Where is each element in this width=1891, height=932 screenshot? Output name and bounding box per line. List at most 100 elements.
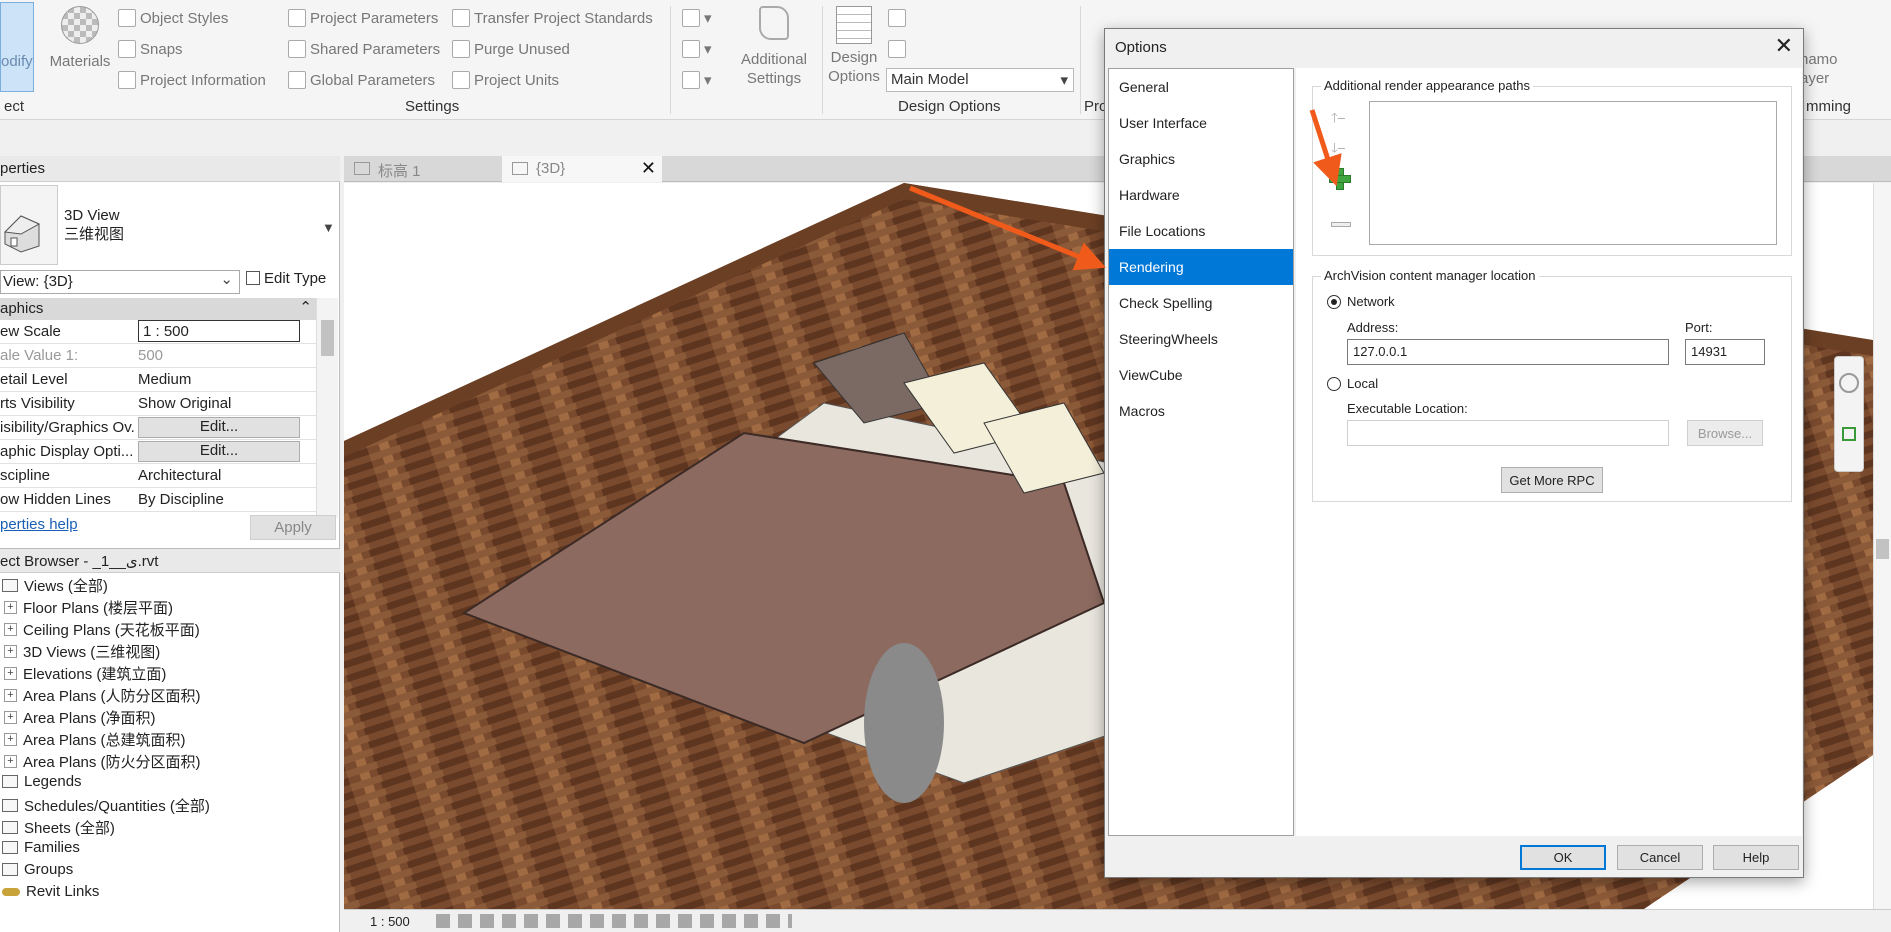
- object-styles-button[interactable]: Object Styles: [118, 9, 228, 27]
- tree-node-views[interactable]: Views (全部): [2, 575, 108, 596]
- tab-level-1[interactable]: 标高 1: [344, 156, 502, 182]
- nav-general[interactable]: General: [1109, 69, 1293, 105]
- browse-button[interactable]: Browse...: [1687, 420, 1763, 446]
- view-controls-icons[interactable]: [436, 914, 792, 928]
- nav-macros[interactable]: Macros: [1109, 393, 1293, 429]
- address-field[interactable]: 127.0.0.1: [1347, 339, 1669, 365]
- instance-filter-combo[interactable]: View: {3D}: [0, 270, 240, 294]
- mep-settings-1[interactable]: ▾: [682, 9, 712, 27]
- scrollbar-thumb[interactable]: [321, 320, 334, 356]
- prop-row-detail-level[interactable]: etail Level Medium: [0, 368, 316, 392]
- tree-node-revit-links[interactable]: Revit Links: [2, 883, 99, 900]
- project-browser: ect Browser - _1__ى.rvt Views (全部) + Floo…: [0, 548, 340, 932]
- prop-row-hidden-lines[interactable]: ow Hidden Lines By Discipline: [0, 488, 316, 512]
- panel-title-settings: Settings: [405, 98, 460, 115]
- materials-label: Materials: [49, 53, 111, 70]
- chevron-down-icon[interactable]: ▼: [322, 220, 335, 235]
- project-information-button[interactable]: Project Information: [118, 71, 266, 89]
- tree-node-sheets[interactable]: Sheets (全部): [2, 817, 115, 838]
- help-button[interactable]: Help: [1713, 845, 1799, 870]
- mep-settings-3[interactable]: ▾: [682, 71, 712, 89]
- design-option-small-2[interactable]: [888, 40, 906, 58]
- graphic-display-edit-button[interactable]: Edit...: [138, 441, 300, 462]
- move-down-icon[interactable]: 🡓–: [1331, 139, 1345, 161]
- close-icon[interactable]: ✕: [641, 158, 656, 179]
- network-radio[interactable]: [1327, 295, 1341, 309]
- nav-viewcube[interactable]: ViewCube: [1109, 357, 1293, 393]
- expand-icon[interactable]: +: [4, 601, 17, 614]
- render-paths-list[interactable]: [1369, 101, 1777, 245]
- get-more-rpc-button[interactable]: Get More RPC: [1501, 467, 1603, 493]
- scrollbar-thumb[interactable]: [1876, 539, 1889, 559]
- tree-node-legends[interactable]: Legends: [2, 773, 82, 790]
- project-parameters-button[interactable]: Project Parameters: [288, 9, 438, 27]
- tree-node-area-plans-1[interactable]: + Area Plans (人防分区面积): [4, 685, 201, 706]
- nav-rendering[interactable]: Rendering: [1109, 249, 1293, 285]
- additional-settings-button[interactable]: Additional Settings: [734, 6, 814, 88]
- port-field[interactable]: 14931: [1685, 339, 1765, 365]
- type-selector[interactable]: 3D View 三维视图: [64, 206, 124, 244]
- move-up-icon[interactable]: 🡑–: [1331, 109, 1345, 131]
- nav-file-locations[interactable]: File Locations: [1109, 213, 1293, 249]
- executable-location-field[interactable]: [1347, 420, 1669, 446]
- options-dialog: Options ✕ General User Interface Graphic…: [1104, 28, 1804, 878]
- transfer-standards-button[interactable]: Transfer Project Standards: [452, 9, 653, 27]
- tree-node-area-plans-3[interactable]: + Area Plans (总建筑面积): [4, 729, 186, 750]
- snaps-button[interactable]: Snaps: [118, 40, 183, 58]
- nav-user-interface[interactable]: User Interface: [1109, 105, 1293, 141]
- nav-check-spelling[interactable]: Check Spelling: [1109, 285, 1293, 321]
- view-scrollbar[interactable]: [1873, 183, 1891, 909]
- cancel-button[interactable]: Cancel: [1617, 845, 1703, 870]
- tree-node-3d-views[interactable]: +3D Views (三维视图): [4, 641, 160, 662]
- tab-3d[interactable]: {3D} ✕: [502, 156, 662, 182]
- expand-icon[interactable]: +: [4, 711, 17, 724]
- nav-hardware[interactable]: Hardware: [1109, 177, 1293, 213]
- prop-row-discipline[interactable]: scipline Architectural: [0, 464, 316, 488]
- materials-button[interactable]: Materials: [44, 6, 116, 71]
- expand-icon[interactable]: +: [4, 667, 17, 680]
- steering-wheel-icon[interactable]: [1839, 373, 1859, 393]
- view-scale-label[interactable]: 1 : 500: [370, 914, 410, 929]
- design-option-small-1[interactable]: [888, 9, 906, 27]
- add-path-icon[interactable]: [1329, 167, 1351, 190]
- modify-button[interactable]: odify: [0, 2, 34, 92]
- design-options-button[interactable]: Design Options: [826, 6, 882, 86]
- expand-icon[interactable]: +: [4, 755, 17, 768]
- nav-steeringwheels[interactable]: SteeringWheels: [1109, 321, 1293, 357]
- expand-icon[interactable]: +: [4, 689, 17, 702]
- tree-node-schedules[interactable]: Schedules/Quantities (全部): [2, 795, 210, 816]
- expand-icon[interactable]: +: [4, 733, 17, 746]
- tree-node-floor-plans[interactable]: + Floor Plans (楼层平面): [4, 597, 173, 618]
- design-option-combo[interactable]: Main Model: [886, 68, 1074, 92]
- remove-path-icon[interactable]: [1331, 222, 1351, 227]
- zoom-icon[interactable]: [1842, 427, 1856, 441]
- global-parameters-button[interactable]: Global Parameters: [288, 71, 435, 89]
- properties-scrollbar[interactable]: [316, 298, 338, 518]
- group-header-graphics[interactable]: aphics ⌃: [0, 298, 316, 320]
- navigation-bar[interactable]: [1834, 356, 1864, 472]
- prop-row-parts-visibility[interactable]: rts Visibility Show Original: [0, 392, 316, 416]
- purge-unused-button[interactable]: Purge Unused: [452, 40, 570, 58]
- edit-type-button[interactable]: Edit Type: [246, 270, 326, 287]
- tree-node-families[interactable]: Families: [2, 839, 80, 856]
- ok-button[interactable]: OK: [1520, 845, 1606, 870]
- nav-graphics[interactable]: Graphics: [1109, 141, 1293, 177]
- mep-settings-2[interactable]: ▾: [682, 40, 712, 58]
- local-radio[interactable]: [1327, 377, 1341, 391]
- view-scale-field[interactable]: 1 : 500: [138, 320, 300, 342]
- tree-node-ceiling-plans[interactable]: + Ceiling Plans (天花板平面): [4, 619, 200, 640]
- tree-node-elevations[interactable]: + Elevations (建筑立面): [4, 663, 166, 684]
- expand-icon[interactable]: +: [4, 645, 17, 658]
- properties-help-link[interactable]: perties help: [0, 516, 78, 533]
- expand-icon[interactable]: +: [4, 623, 17, 636]
- dynamo-player-button[interactable]: namo ayer: [1800, 50, 1840, 88]
- prop-row-scale-value: ale Value 1: 500: [0, 344, 316, 368]
- tree-node-area-plans-4[interactable]: + Area Plans (防火分区面积): [4, 751, 201, 772]
- tree-node-groups[interactable]: Groups: [2, 861, 73, 878]
- close-icon[interactable]: ✕: [1775, 33, 1793, 59]
- shared-parameters-button[interactable]: Shared Parameters: [288, 40, 440, 58]
- vg-edit-button[interactable]: Edit...: [138, 417, 300, 438]
- project-units-button[interactable]: Project Units: [452, 71, 559, 89]
- apply-button[interactable]: Apply: [250, 515, 336, 540]
- tree-node-area-plans-2[interactable]: + Area Plans (净面积): [4, 707, 156, 728]
